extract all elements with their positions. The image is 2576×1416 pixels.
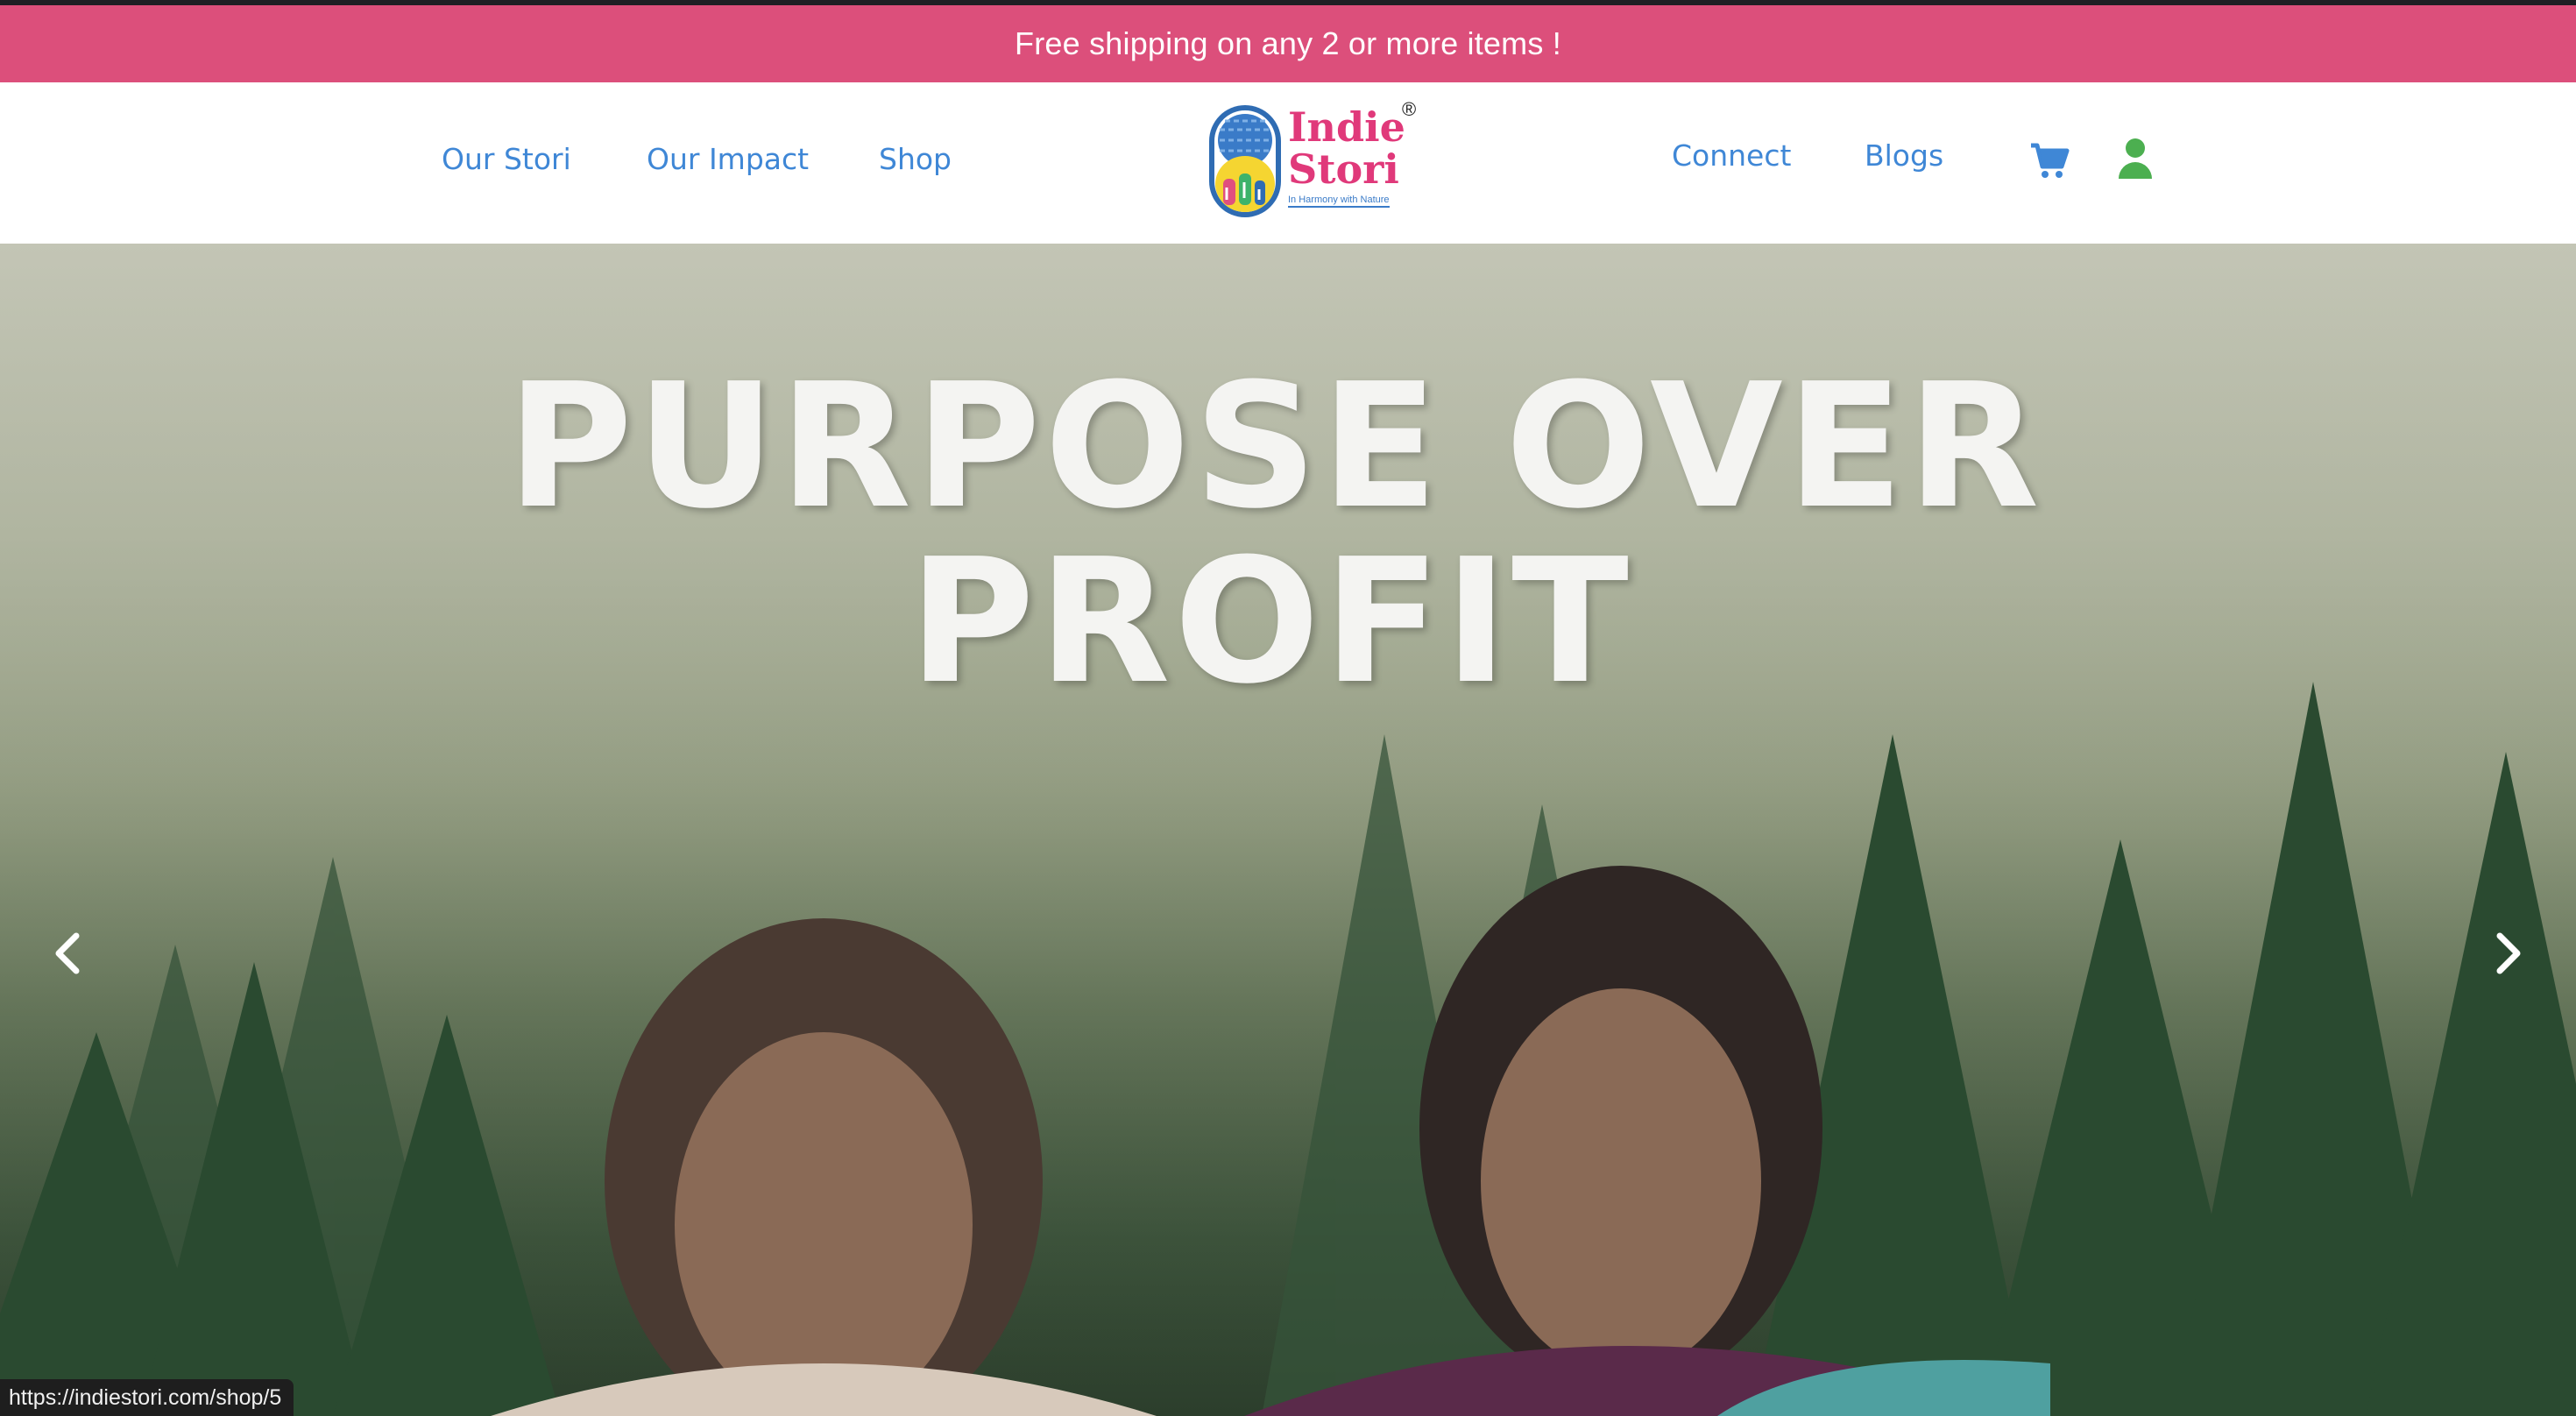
hero-headline: PURPOSE OVER PROFIT bbox=[0, 359, 2576, 710]
hero-headline-line2: PROFIT bbox=[909, 522, 1632, 722]
nav-our-impact[interactable]: Our Impact bbox=[647, 142, 809, 176]
chevron-right-icon bbox=[2496, 932, 2521, 974]
user-icon[interactable] bbox=[2115, 137, 2155, 181]
promo-text: Free shipping on any 2 or more items ! bbox=[1015, 25, 1561, 61]
hero-carousel: PURPOSE OVER PROFIT bbox=[0, 244, 2576, 1416]
logo-text-indie: Indie bbox=[1288, 103, 1405, 151]
logo-text-stori: Stori bbox=[1288, 145, 1399, 193]
site-logo[interactable]: Indie Stori ® In Harmony with Nature bbox=[1206, 98, 1416, 221]
nav-connect[interactable]: Connect bbox=[1672, 138, 1791, 173]
chevron-left-icon bbox=[55, 932, 80, 974]
carousel-next-button[interactable] bbox=[2483, 918, 2536, 988]
link-hover-status-url: https://indiestori.com/shop/5 bbox=[0, 1379, 294, 1416]
promo-banner: Free shipping on any 2 or more items ! bbox=[0, 5, 2576, 82]
cart-icon[interactable] bbox=[2029, 140, 2070, 181]
nav-blogs[interactable]: Blogs bbox=[1865, 138, 1943, 173]
carousel-prev-button[interactable] bbox=[40, 918, 93, 988]
logo-tagline: In Harmony with Nature bbox=[1288, 195, 1390, 208]
main-navbar: Our Stori Our Impact Shop Indie Stori ® … bbox=[0, 82, 2576, 244]
registered-mark: ® bbox=[1402, 98, 1417, 120]
hero-headline-line1: PURPOSE OVER bbox=[506, 347, 2043, 547]
logo-emblem-icon bbox=[1209, 105, 1281, 217]
nav-shop[interactable]: Shop bbox=[879, 142, 952, 176]
nav-our-stori[interactable]: Our Stori bbox=[442, 142, 571, 176]
